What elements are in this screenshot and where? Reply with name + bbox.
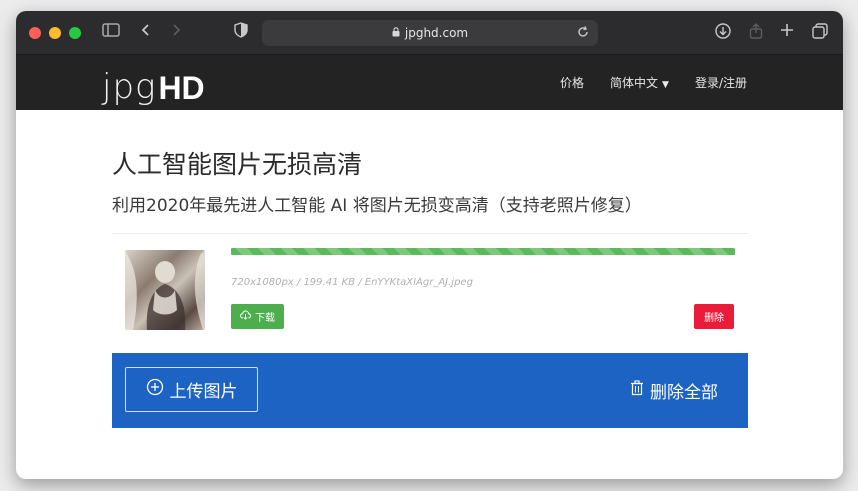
close-window-button[interactable]	[29, 27, 41, 39]
download-button[interactable]: 下载	[231, 304, 284, 329]
nav-language-dropdown[interactable]: 简体中文 ▼	[610, 74, 669, 91]
minimize-window-button[interactable]	[49, 27, 61, 39]
plus-circle-icon	[146, 378, 164, 401]
upload-image-button[interactable]: 上传图片	[125, 367, 258, 412]
new-tab-plus-icon[interactable]	[779, 22, 795, 38]
zoom-window-button[interactable]	[69, 27, 81, 39]
forward-arrow-icon[interactable]	[170, 22, 182, 38]
site-logo[interactable]: jpg HD	[102, 60, 205, 104]
downloads-icon[interactable]	[714, 22, 732, 40]
upload-action-bar: 上传图片 删除全部	[112, 353, 748, 428]
language-label: 简体中文	[610, 76, 659, 90]
page-title: 人工智能图片无损高清	[112, 150, 363, 179]
delete-label: 删除	[704, 313, 724, 324]
browser-window: jpghd.com jpg HD 价格 简体中文 ▼ 登录/注册 人工智能图片无…	[16, 11, 843, 479]
nav-links: 价格 简体中文 ▼ 登录/注册	[560, 55, 747, 110]
cloud-download-icon	[239, 310, 252, 323]
address-bar[interactable]: jpghd.com	[262, 20, 598, 46]
download-label: 下载	[255, 313, 275, 324]
share-icon[interactable]	[748, 22, 764, 40]
browser-titlebar: jpghd.com	[16, 11, 843, 55]
reload-icon[interactable]	[576, 25, 590, 42]
nav-login-link[interactable]: 登录/注册	[695, 74, 747, 91]
main-content: 人工智能图片无损高清 利用2020年最先进人工智能 AI 将图片无损变高清（支持…	[112, 110, 748, 344]
caret-down-icon: ▼	[662, 80, 669, 90]
privacy-shield-icon[interactable]	[234, 22, 248, 38]
file-list-item: 720x1080px / 199.41 KB / EnYYKtaXIAgr_AJ…	[112, 234, 748, 344]
tab-overview-icon[interactable]	[811, 22, 829, 40]
trash-icon	[630, 380, 644, 401]
upload-progress-bar	[231, 248, 735, 255]
logo-text-bold: HD	[158, 70, 205, 106]
file-meta-info: 720x1080px / 199.41 KB / EnYYKtaXIAgr_AJ…	[231, 277, 473, 288]
upload-label: 上传图片	[169, 382, 238, 402]
site-navbar: jpg HD 价格 简体中文 ▼ 登录/注册	[16, 55, 843, 110]
page-subtitle: 利用2020年最先进人工智能 AI 将图片无损变高清（支持老照片修复）	[112, 196, 642, 216]
back-arrow-icon[interactable]	[140, 22, 152, 38]
delete-all-button[interactable]: 删除全部	[630, 353, 718, 428]
progress-fill	[231, 248, 735, 255]
sidebar-toggle-icon[interactable]	[102, 22, 120, 38]
url-text: jpghd.com	[404, 26, 469, 40]
lock-icon	[392, 26, 400, 40]
nav-pricing-link[interactable]: 价格	[560, 74, 584, 91]
delete-all-label: 删除全部	[650, 383, 718, 403]
file-thumbnail	[125, 250, 205, 330]
logo-text-thin: jpg	[102, 67, 157, 107]
delete-file-button[interactable]: 删除	[694, 304, 734, 329]
